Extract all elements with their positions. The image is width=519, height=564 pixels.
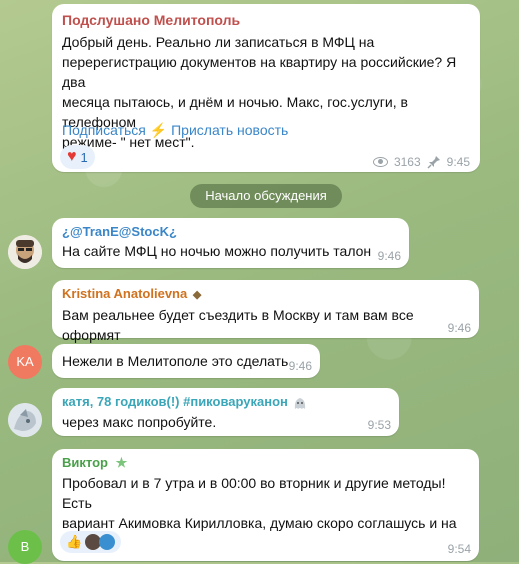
views-count: 3163 [393, 155, 421, 169]
message-text: Вам реальнее будет съездить в Москву и т… [62, 307, 414, 343]
comment-5: Виктор ★ Пробовал и в 7 утра и в 00:00 в… [52, 449, 479, 561]
sender-line: катя, 78 годиков(!) #пиковаруканон [62, 394, 389, 410]
message-time: 9:54 [447, 542, 471, 556]
post-links: Подписаться ⚡ Прислать новость [62, 122, 288, 139]
message-time: 9:46 [288, 359, 312, 373]
diamond-icon: ◆ [192, 289, 202, 301]
sender-name[interactable]: катя, 78 годиков(!) #пиковаруканон [62, 394, 288, 409]
subscribe-link[interactable]: Подписаться [62, 122, 146, 138]
sender-line: Kristina Anatolievna ◆ [62, 286, 469, 301]
post-text-line: Добрый день. Реально ли записаться в МФЦ… [62, 34, 375, 50]
message-text-line: это... [62, 533, 469, 553]
channel-post: Подслушано Мелитополь Добрый день. Реаль… [52, 4, 480, 172]
star-icon: ★ [115, 455, 128, 470]
post-text-line: перерегистрацию документов на квартиру н… [62, 54, 457, 90]
bolt-icon: ⚡ [149, 122, 168, 138]
avatar-trane[interactable] [8, 235, 42, 269]
reaction-count: 1 [80, 149, 88, 165]
message-time: 9:46 [447, 321, 471, 335]
thumbs-up-icon: 👍 [66, 534, 83, 549]
post-time: 9:45 [446, 155, 470, 169]
message-text: Пробовал и в 7 утра и в 00:00 во вторник… [62, 473, 469, 553]
reaction-heart[interactable]: ♥ 1 [60, 145, 95, 169]
comment-2: Kristina Anatolievna ◆ Вам реальнее буде… [52, 280, 479, 343]
message-text: через макс попробуйте. [62, 413, 217, 430]
comment-1: ¿@TranE@StocK¿ На сайте МФЦ но ночью мож… [52, 218, 409, 268]
message-time: 9:53 [367, 418, 391, 432]
message-text: Нежели в Мелитополе это сделать [62, 353, 289, 369]
send-news-link[interactable]: Прислать новость [171, 122, 288, 138]
sender-line: Виктор ★ [62, 455, 469, 471]
eye-icon [372, 157, 388, 167]
sender-name[interactable]: Виктор [62, 455, 108, 470]
avatar-viktor[interactable]: В [8, 530, 42, 564]
sender-name[interactable]: Kristina Anatolievna [62, 286, 187, 301]
avatar-katya[interactable] [8, 403, 42, 437]
post-meta: 3163 9:45 [372, 155, 470, 169]
discussion-start-divider: Начало обсуждения [190, 184, 342, 208]
ghost-emoji-icon [294, 397, 305, 409]
reaction-thumbs-up[interactable]: 👍 [60, 531, 122, 553]
pin-icon [427, 156, 440, 169]
avatar-ka[interactable]: KA [8, 345, 42, 379]
message-text-line: вариант Акимовка Кирилловка, думаю скоро… [62, 515, 457, 531]
message-text: На сайте МФЦ но ночью можно получить тал… [62, 243, 372, 259]
avatar-image [8, 403, 42, 437]
reactor-avatar [99, 534, 116, 550]
sender-name[interactable]: ¿@TranE@StocK¿ [62, 224, 399, 239]
comment-3: Нежели в Мелитополе это сделать 9:46 [52, 344, 320, 378]
avatar-image [8, 235, 42, 269]
message-text-line: Пробовал и в 7 утра и в 00:00 во вторник… [62, 475, 446, 511]
heart-icon: ♥ [67, 148, 77, 165]
comment-4: катя, 78 годиков(!) #пиковаруканон через… [52, 388, 399, 436]
message-time: 9:46 [377, 249, 401, 263]
channel-name[interactable]: Подслушано Мелитополь [62, 12, 470, 28]
